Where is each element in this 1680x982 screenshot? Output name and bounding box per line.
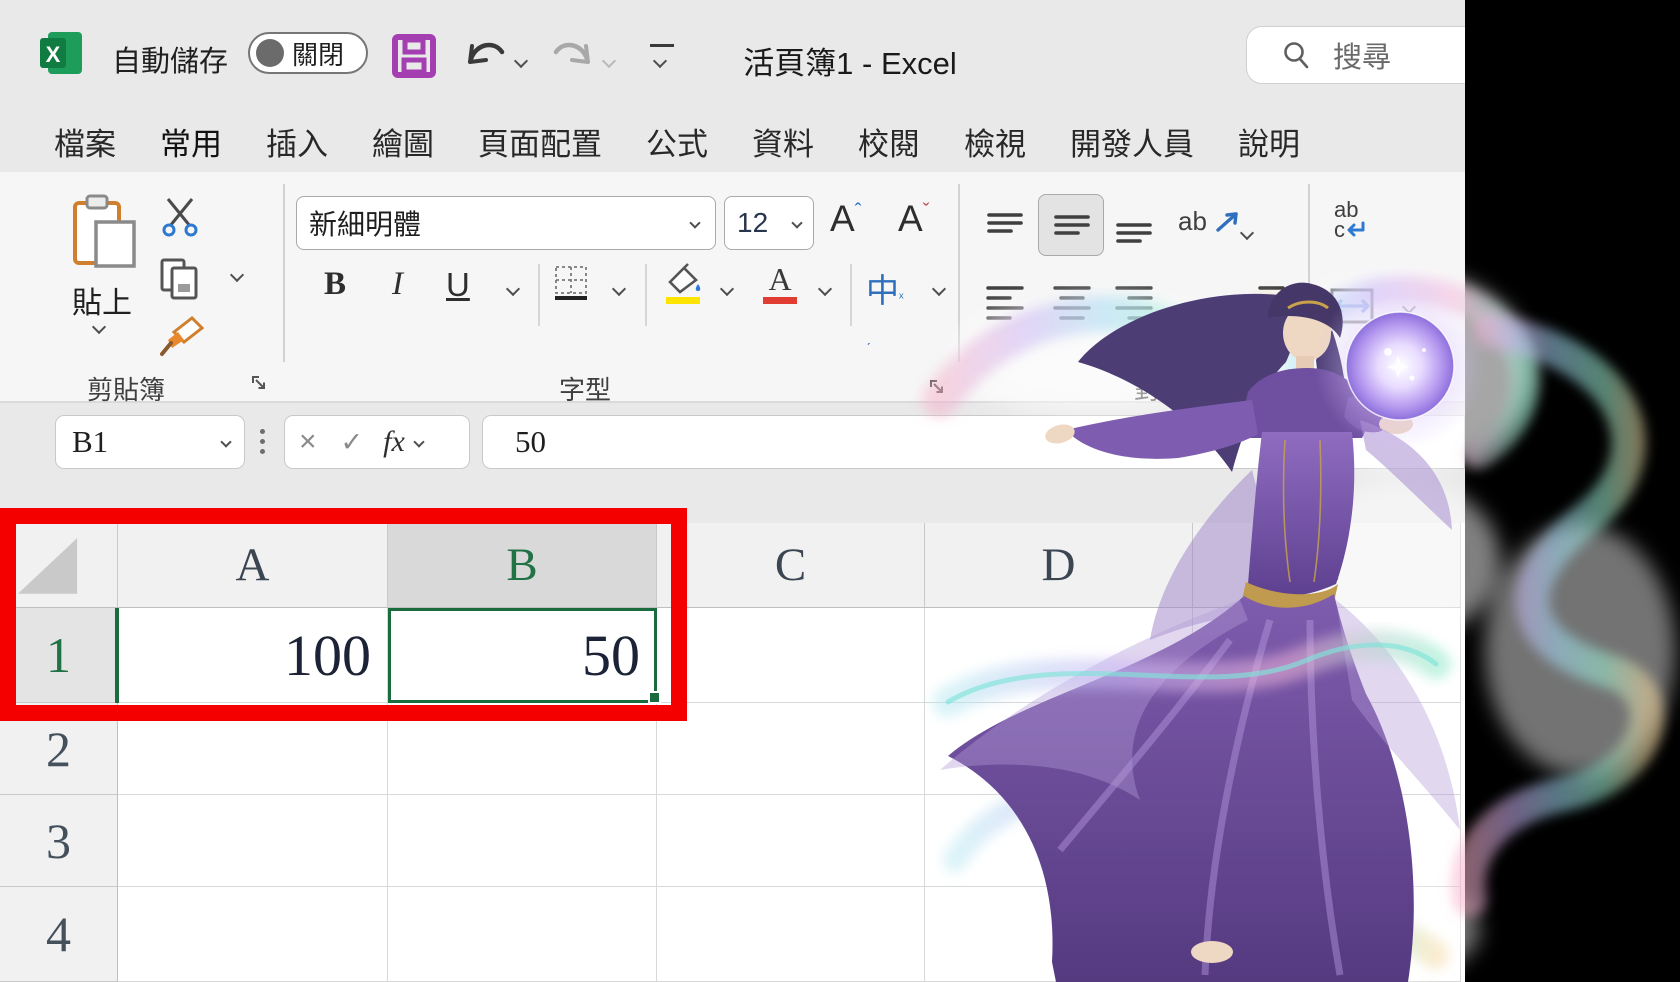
bold-button[interactable]: B bbox=[324, 266, 346, 303]
row-header-3[interactable]: 3 bbox=[0, 795, 118, 887]
group-separator bbox=[283, 184, 285, 362]
format-painter-icon[interactable] bbox=[158, 314, 204, 358]
tab-formulas[interactable]: 公式 bbox=[646, 119, 708, 164]
tab-page-layout[interactable]: 頁面配置 bbox=[478, 119, 602, 164]
cut-icon[interactable] bbox=[160, 196, 200, 238]
save-icon[interactable] bbox=[392, 34, 436, 78]
tab-help[interactable]: 說明 bbox=[1238, 119, 1300, 164]
copy-icon[interactable] bbox=[158, 256, 202, 300]
tab-developer[interactable]: 開發人員 bbox=[1070, 119, 1194, 164]
excel-logo-icon: X bbox=[40, 32, 82, 74]
formula-bar-grip-icon[interactable] bbox=[260, 429, 265, 459]
formula-value: 50 bbox=[515, 424, 546, 459]
search-icon bbox=[1284, 42, 1309, 69]
enter-entry-button[interactable]: ✓ bbox=[331, 427, 374, 458]
svg-text:X: X bbox=[46, 42, 61, 67]
copy-dropdown-chevron[interactable] bbox=[229, 267, 245, 283]
search-box[interactable]: 搜尋 bbox=[1246, 26, 1465, 84]
cell-b4[interactable] bbox=[388, 887, 657, 982]
clipboard-group-label: 剪貼簿 bbox=[86, 375, 165, 405]
cell-a4[interactable] bbox=[118, 887, 388, 982]
font-color-icon[interactable]: A bbox=[758, 260, 802, 306]
search-placeholder: 搜尋 bbox=[1333, 42, 1392, 74]
redo-dropdown-chevron bbox=[601, 53, 617, 69]
font-color-dropdown-chevron[interactable] bbox=[817, 281, 833, 297]
tab-view[interactable]: 檢視 bbox=[964, 119, 1026, 164]
cell-b3[interactable] bbox=[388, 795, 657, 887]
borders-dropdown-chevron[interactable] bbox=[611, 281, 627, 297]
font-name-chevron bbox=[689, 217, 701, 229]
name-box[interactable]: B1 bbox=[55, 415, 245, 469]
tab-data[interactable]: 資料 bbox=[752, 119, 814, 164]
font-name-value: 新細明體 bbox=[309, 209, 422, 240]
autosave-toggle[interactable]: 關閉 bbox=[248, 32, 368, 74]
red-highlight-annotation bbox=[0, 508, 687, 721]
tab-home[interactable]: 常用 bbox=[160, 119, 222, 177]
clipboard-dialog-launcher-icon[interactable] bbox=[250, 374, 268, 392]
ribbon-tab-bar: 檔案 常用 插入 繪圖 頁面配置 公式 資料 校閱 檢視 開發人員 說明 bbox=[0, 110, 1465, 177]
fill-color-dropdown-chevron[interactable] bbox=[719, 281, 735, 297]
tab-draw[interactable]: 繪圖 bbox=[372, 119, 434, 164]
fx-chevron bbox=[413, 436, 425, 448]
undo-icon[interactable] bbox=[462, 32, 508, 78]
name-box-chevron bbox=[220, 436, 232, 448]
cell-a3[interactable] bbox=[118, 795, 388, 887]
cancel-entry-button[interactable]: × bbox=[285, 425, 331, 459]
document-title: 活頁簿1 - Excel bbox=[743, 46, 957, 81]
name-box-value: B1 bbox=[72, 424, 109, 459]
paste-button[interactable]: 貼上 bbox=[62, 278, 142, 322]
formula-buttons-box: × ✓ fx bbox=[284, 415, 470, 469]
underline-dropdown-chevron[interactable] bbox=[505, 281, 521, 297]
font-size-value: 12 bbox=[737, 207, 769, 238]
toggle-knob-icon bbox=[256, 39, 284, 67]
screenshot-root: X 自動儲存 關閉 活頁簿1 - Excel 搜尋 檔案 常用 插入 繪圖 頁面… bbox=[0, 0, 1680, 982]
sorceress-overlay-image bbox=[922, 270, 1675, 982]
font-size-chevron bbox=[791, 217, 803, 229]
font-group-label: 字型 bbox=[558, 375, 611, 405]
grow-font-button[interactable]: Aˆ bbox=[830, 198, 861, 240]
insert-function-button[interactable]: fx bbox=[373, 425, 415, 459]
tab-file[interactable]: 檔案 bbox=[54, 119, 116, 164]
fill-handle[interactable] bbox=[648, 691, 661, 704]
font-name-combo[interactable]: 新細明體 bbox=[296, 196, 716, 250]
undo-dropdown-chevron[interactable] bbox=[513, 53, 529, 69]
italic-button[interactable]: I bbox=[392, 266, 403, 303]
title-bar: X 自動儲存 關閉 活頁簿1 - Excel 搜尋 bbox=[0, 0, 1465, 110]
tab-review[interactable]: 校閱 bbox=[858, 119, 920, 164]
svg-text:A: A bbox=[768, 261, 791, 297]
paste-dropdown-chevron[interactable] bbox=[91, 319, 107, 335]
borders-icon[interactable] bbox=[552, 264, 590, 302]
row-header-4[interactable]: 4 bbox=[0, 887, 118, 982]
font-size-combo[interactable]: 12 bbox=[724, 196, 814, 250]
autosave-label: 自動儲存 bbox=[112, 46, 229, 78]
tab-insert[interactable]: 插入 bbox=[266, 119, 328, 164]
fill-color-icon[interactable] bbox=[662, 260, 706, 306]
redo-icon bbox=[553, 42, 590, 64]
customize-toolbar-icon[interactable] bbox=[650, 44, 676, 71]
underline-button[interactable]: U bbox=[446, 266, 470, 304]
autosave-state-label: 關閉 bbox=[292, 39, 345, 70]
paste-icon[interactable] bbox=[70, 194, 140, 268]
